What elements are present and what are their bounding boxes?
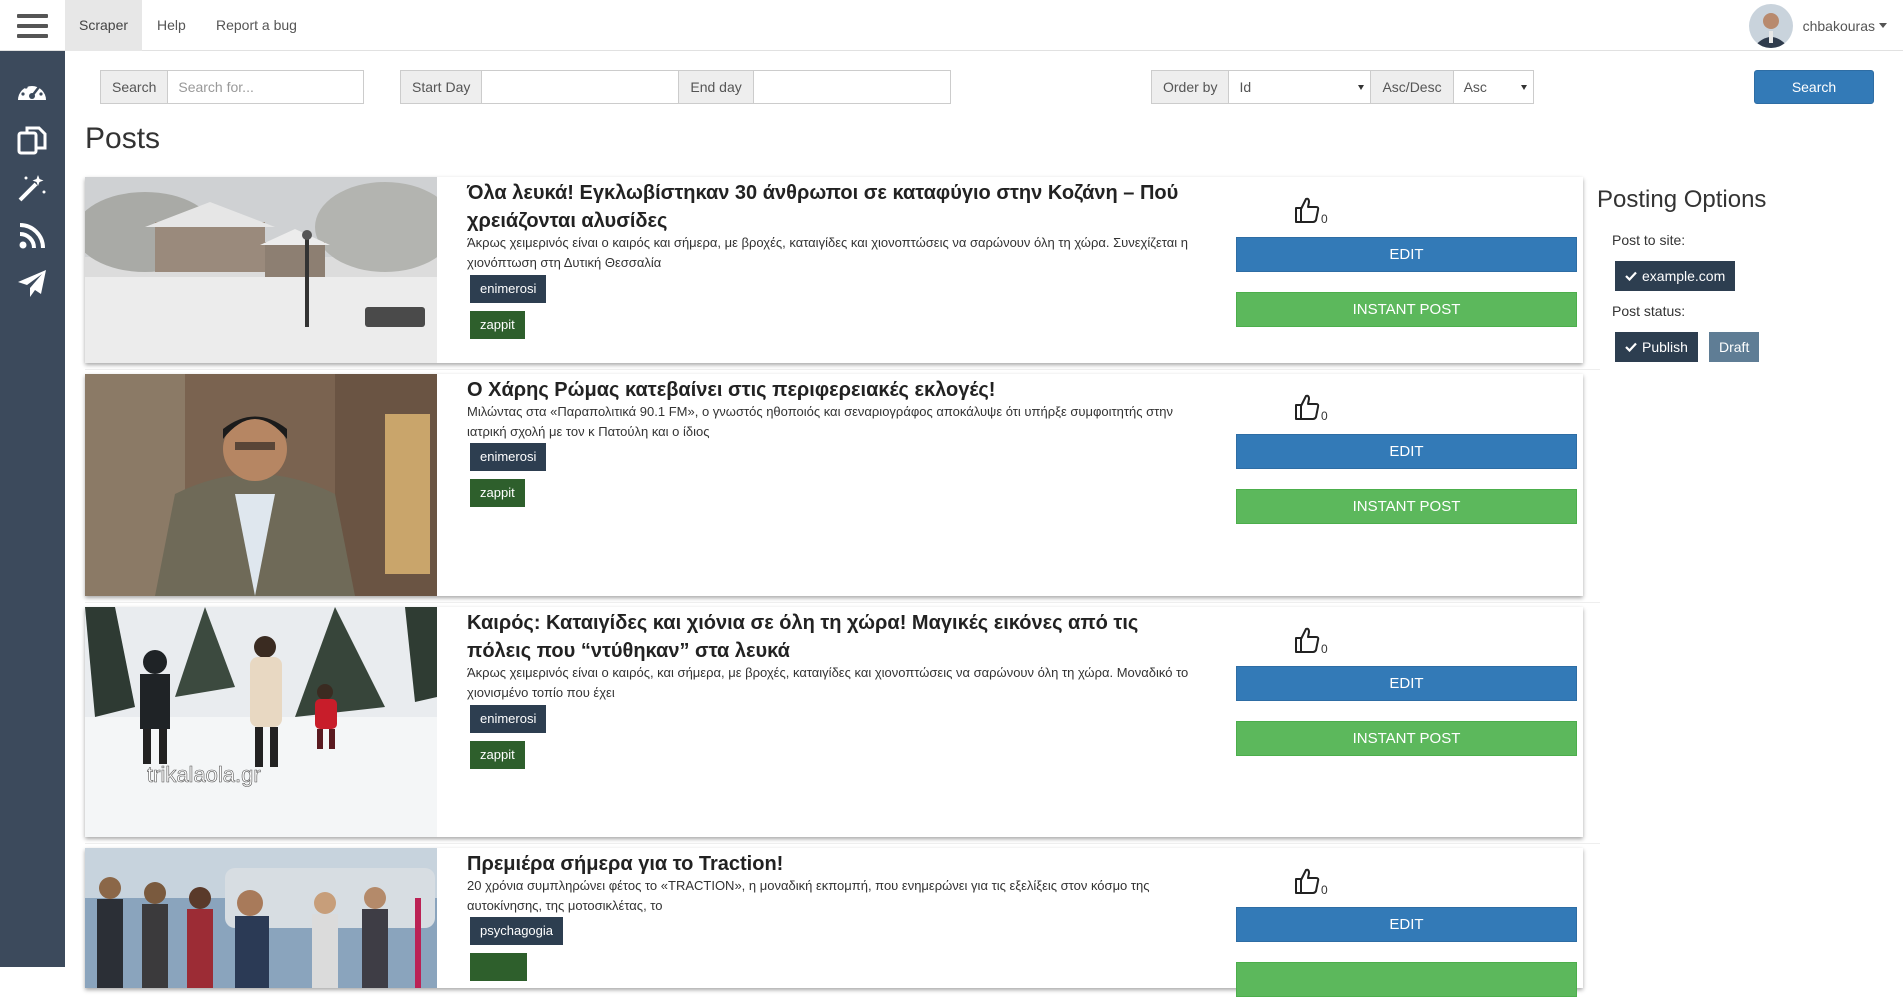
post-card: Πρεμιέρα σήμερα για το Traction! 20 χρόν…	[85, 848, 1583, 997]
post-description: 20 χρόνια συμπληρώνει φέτος το «TRACTION…	[467, 878, 1150, 913]
edit-button[interactable]: EDIT	[1236, 907, 1577, 942]
edit-button[interactable]: EDIT	[1236, 237, 1577, 272]
copy-icon[interactable]	[16, 124, 48, 156]
start-day-filter-group: Start Day End day	[400, 70, 951, 104]
post-title[interactable]: Καιρός: Καταιγίδες και χιόνια σε όλη τη …	[467, 609, 1207, 665]
publish-button[interactable]: Publish	[1615, 332, 1698, 362]
instant-post-button[interactable]: INSTANT POST	[1236, 721, 1577, 756]
image-watermark: trikalaola.gr	[147, 762, 261, 787]
like-count: 0	[1321, 883, 1328, 897]
tag-badge[interactable]: zappit	[470, 741, 525, 769]
end-day-label: End day	[679, 70, 754, 104]
instant-post-button[interactable]: INSTANT POST	[1236, 292, 1577, 327]
end-day-input[interactable]	[753, 70, 951, 104]
post-card: trikalaola.gr Καιρός: Καταιγίδες και χιό…	[85, 607, 1583, 837]
post-title[interactable]: Όλα λευκά! Εγκλωβίστηκαν 30 άνθρωποι σε …	[467, 179, 1207, 235]
thumbs-up-icon	[1295, 197, 1320, 223]
hamburger-menu-icon[interactable]	[0, 0, 65, 51]
post-status-label: Post status:	[1612, 303, 1686, 319]
thumbs-up-icon	[1295, 627, 1320, 653]
edit-button[interactable]: EDIT	[1236, 666, 1577, 701]
magic-wand-icon[interactable]	[16, 172, 48, 204]
tab-report-bug[interactable]: Report a bug	[202, 0, 311, 51]
search-filter-group: Search Search for...	[100, 70, 365, 104]
post-thumbnail[interactable]	[85, 848, 437, 988]
chevron-down-icon	[1520, 85, 1527, 90]
chevron-down-icon	[1879, 23, 1887, 28]
asc-desc-select[interactable]: Asc	[1453, 70, 1534, 104]
edit-button[interactable]: EDIT	[1236, 434, 1577, 469]
send-icon[interactable]	[16, 268, 48, 300]
order-by-select[interactable]: Id	[1229, 70, 1372, 104]
tag-badge[interactable]: enimerosi	[470, 705, 547, 733]
site-option-button[interactable]: example.com	[1615, 261, 1736, 291]
tag-badge[interactable]: enimerosi	[470, 443, 547, 471]
check-icon	[1625, 271, 1637, 281]
rss-icon[interactable]	[16, 220, 48, 252]
post-description: Άκρως χειμερινός είναι ο καιρός και σήμε…	[467, 235, 1188, 270]
post-thumbnail[interactable]	[85, 374, 437, 596]
like-button[interactable]: 0	[1294, 393, 1328, 423]
posting-options-title: Posting Options	[1597, 186, 1767, 213]
post-title[interactable]: Πρεμιέρα σήμερα για το Traction!	[467, 850, 1207, 878]
site-option-label: example.com	[1642, 268, 1726, 284]
avatar	[1748, 3, 1793, 48]
search-input[interactable]: Search for...	[168, 70, 365, 104]
like-count: 0	[1321, 409, 1328, 423]
post-thumbnail[interactable]: trikalaola.gr	[85, 607, 437, 837]
divider	[85, 843, 1600, 844]
asc-desc-value: Asc	[1463, 79, 1487, 95]
thumbs-up-icon	[1295, 868, 1320, 894]
username: chbakouras	[1802, 17, 1875, 34]
tag-badge[interactable]: zappit	[470, 311, 525, 339]
chevron-down-icon	[1358, 85, 1365, 90]
post-card: Ο Χάρης Ρώμας κατεβαίνει στις περιφερεια…	[85, 374, 1583, 596]
search-label: Search	[100, 70, 169, 104]
check-icon	[1625, 342, 1637, 352]
post-description: Μιλώντας στα «Παραπολιτικά 90.1 FM», ο γ…	[467, 404, 1174, 439]
tag-badge[interactable]	[470, 953, 527, 981]
order-filter-group: Order by Id Asc/Desc Asc	[1151, 70, 1534, 104]
instant-post-button[interactable]: INSTANT POST	[1236, 489, 1577, 524]
publish-label: Publish	[1642, 339, 1688, 355]
divider	[85, 369, 1600, 370]
order-by-value: Id	[1239, 79, 1252, 95]
like-button[interactable]: 0	[1294, 626, 1328, 656]
page-title: Posts	[85, 122, 161, 155]
like-count: 0	[1321, 642, 1328, 656]
post-title[interactable]: Ο Χάρης Ρώμας κατεβαίνει στις περιφερεια…	[467, 376, 1207, 404]
top-navbar: Scraper Help Report a bug chbakouras	[0, 0, 1903, 51]
start-day-label: Start Day	[400, 70, 483, 104]
sidebar	[0, 51, 65, 967]
like-button[interactable]: 0	[1294, 196, 1328, 226]
asc-desc-label: Asc/Desc	[1371, 70, 1454, 104]
order-by-label: Order by	[1151, 70, 1230, 104]
post-to-site-label: Post to site:	[1612, 232, 1686, 248]
tab-help[interactable]: Help	[143, 0, 200, 51]
tag-badge[interactable]: zappit	[470, 479, 525, 507]
draft-button[interactable]: Draft	[1709, 332, 1760, 362]
post-thumbnail[interactable]	[85, 177, 437, 363]
like-count: 0	[1321, 212, 1328, 226]
like-button[interactable]: 0	[1294, 867, 1328, 897]
instant-post-button[interactable]	[1236, 962, 1577, 997]
dashboard-icon[interactable]	[16, 76, 48, 108]
tag-badge[interactable]: enimerosi	[470, 275, 547, 303]
tag-badge[interactable]: psychagogia	[470, 917, 563, 945]
post-card: Όλα λευκά! Εγκλωβίστηκαν 30 άνθρωποι σε …	[85, 177, 1583, 363]
divider	[85, 602, 1600, 603]
search-button[interactable]: Search	[1754, 70, 1874, 104]
start-day-input[interactable]	[482, 70, 680, 104]
post-description: Άκρως χειμερινός είναι ο καιρός, και σήμ…	[467, 665, 1189, 700]
thumbs-up-icon	[1295, 394, 1320, 420]
user-menu[interactable]: chbakouras	[1748, 0, 1903, 51]
tab-scraper[interactable]: Scraper	[65, 0, 143, 51]
